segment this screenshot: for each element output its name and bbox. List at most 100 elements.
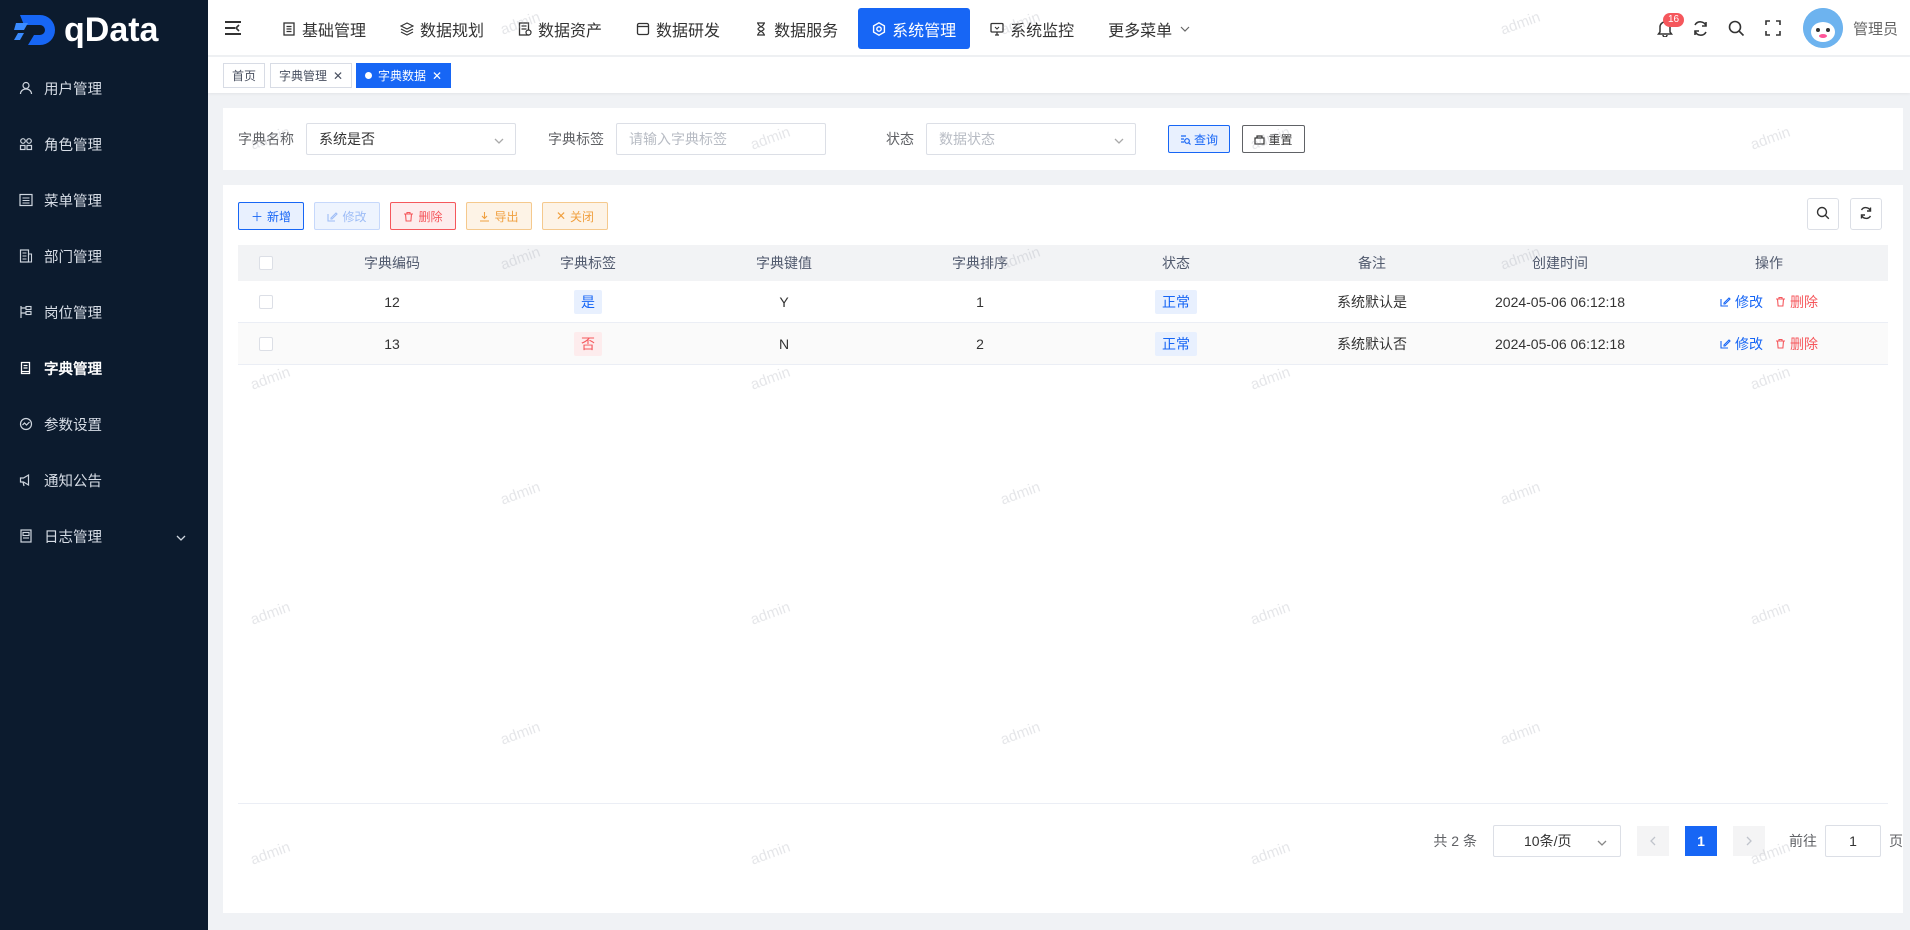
table-card: ＋ 新增 修改 删除 导出 ✕ 关闭 字典编码 字典标签 字典键值 字典排序 状… [223, 185, 1903, 913]
edit-button[interactable]: 修改 [314, 202, 380, 230]
top-nav-item[interactable]: 数据服务 [740, 8, 852, 49]
search-icon[interactable] [1719, 10, 1755, 46]
top-nav-label: 数据研发 [656, 22, 721, 40]
tag-dict-management[interactable]: 字典管理 ✕ [270, 63, 353, 88]
delete-button[interactable]: 删除 [390, 202, 456, 230]
notification-bell-icon[interactable]: 16 [1647, 10, 1685, 46]
top-nav: 基础管理 数据规划 数据资产 数据研发 数据服务 系统管理 系统监控 更多菜单 [268, 8, 1210, 49]
top-nav-item[interactable]: 基础管理 [268, 8, 380, 49]
tag-dict-data[interactable]: 字典数据 ✕ [356, 63, 452, 88]
active-dot [365, 72, 372, 79]
sidebar-item-settings[interactable]: 参数设置 [0, 396, 208, 452]
tag-label: 字典数据 [378, 69, 427, 83]
avatar[interactable] [1802, 8, 1843, 48]
row-edit-link[interactable]: 修改 [1720, 334, 1763, 354]
role-icon [18, 136, 34, 152]
edit-icon [327, 211, 339, 222]
sidebar-item-label: 日志管理 [44, 529, 102, 546]
dict-name-label: 字典名称 [238, 131, 294, 147]
sidebar-item-role[interactable]: 角色管理 [0, 116, 208, 172]
monitor-icon [990, 22, 1004, 36]
status-badge: 正常 [1155, 331, 1197, 356]
search-list-icon [1180, 134, 1191, 145]
row-delete-label: 删除 [1790, 293, 1818, 310]
add-button[interactable]: ＋ 新增 [238, 202, 304, 230]
sidebar-item-label: 部门管理 [44, 249, 102, 266]
sidebar-item-post[interactable]: 岗位管理 [0, 284, 208, 340]
table-body: 12 是 Y 1 正常 系统默认是 2024-05-06 06:12:18 修改 删除 13 否 N 2… [238, 281, 1888, 365]
settings-icon [18, 416, 34, 432]
fullscreen-icon[interactable] [1755, 10, 1791, 46]
divider [238, 803, 1888, 804]
dict-label-tag: 否 [574, 331, 602, 356]
chevron-down-icon [1180, 20, 1190, 38]
sidebar-nav: 用户管理 角色管理 菜单管理部门管理岗位管理 字典管理 参数设置 通知公告日志管理 [0, 60, 208, 564]
chevron-down-icon [1596, 836, 1608, 852]
sidebar-item-dictionary[interactable]: 字典管理 [0, 340, 208, 396]
prev-page-button[interactable] [1637, 826, 1669, 856]
username[interactable]: 管理员 [1853, 18, 1898, 39]
chevron-down-icon [493, 134, 505, 150]
header-cell: 备注 [1358, 255, 1386, 271]
page-suffix: 页 [1889, 833, 1903, 849]
row-edit-link[interactable]: 修改 [1720, 292, 1763, 312]
export-button[interactable]: 导出 [466, 202, 532, 230]
close-icon: ✕ [555, 209, 567, 223]
close-button[interactable]: ✕ 关闭 [542, 202, 608, 230]
refresh-icon [1859, 206, 1873, 223]
refresh-icon[interactable] [1683, 10, 1719, 46]
logo-text: qData [64, 10, 159, 49]
row-checkbox[interactable] [259, 294, 273, 309]
dict-name-select[interactable]: 系统是否 [306, 123, 516, 155]
post-icon [18, 304, 34, 320]
top-nav-item[interactable]: 系统管理 [858, 8, 971, 49]
query-button[interactable]: 查询 [1168, 125, 1230, 153]
remark-cell: 系统默认是 [1337, 293, 1407, 310]
top-nav-item[interactable]: 数据资产 [504, 8, 616, 49]
status-select[interactable]: 数据状态 [926, 123, 1136, 155]
header-cell: 状态 [1162, 255, 1190, 271]
top-nav-item[interactable]: 更多菜单 [1094, 8, 1204, 49]
top-nav-label: 数据规划 [420, 22, 485, 40]
table-row[interactable]: 13 否 N 2 正常 系统默认否 2024-05-06 06:12:18 修改 删除 [238, 323, 1888, 365]
close-icon[interactable]: ✕ [432, 69, 442, 83]
sidebar-item-user[interactable]: 用户管理 [0, 60, 208, 116]
created-time-cell: 2024-05-06 06:12:18 [1495, 293, 1625, 310]
sidebar-item-menu[interactable]: 菜单管理 [0, 172, 208, 228]
dict-code-cell: 13 [384, 335, 400, 352]
close-icon[interactable]: ✕ [333, 69, 343, 83]
sidebar-item-log[interactable]: 日志管理 [0, 508, 208, 564]
chevron-left-icon [1649, 833, 1657, 849]
top-nav-label: 数据资产 [538, 22, 603, 40]
page-number-current[interactable]: 1 [1685, 826, 1717, 856]
logo[interactable]: qData [0, 0, 208, 60]
trash-icon [1775, 338, 1786, 349]
dict-label-input[interactable]: 请输入字典标签 [616, 123, 826, 155]
sidebar-item-notice[interactable]: 通知公告 [0, 452, 208, 508]
row-select-cell [238, 336, 294, 351]
tag-home[interactable]: 首页 [223, 63, 266, 88]
refresh-table-button[interactable] [1850, 198, 1882, 230]
created-time-cell: 2024-05-06 06:12:18 [1495, 335, 1625, 352]
dict-value-cell: Y [779, 293, 789, 310]
sidebar: qData 用户管理 角色管理 菜单管理部门管理岗位管理 字典管理 参数设置 通知公告日志… [0, 0, 208, 930]
next-page-button[interactable] [1733, 826, 1765, 856]
toggle-search-button[interactable] [1807, 198, 1839, 230]
top-nav-label: 更多菜单 [1108, 22, 1173, 40]
top-nav-item[interactable]: 数据规划 [386, 8, 498, 49]
top-nav-item[interactable]: 系统监控 [976, 8, 1088, 49]
row-delete-link[interactable]: 删除 [1775, 334, 1818, 354]
page-size-select[interactable]: 10条/页 [1493, 825, 1621, 857]
row-checkbox[interactable] [259, 336, 273, 351]
reset-button[interactable]: 重置 [1242, 125, 1305, 153]
header-cell: 字典编码 [364, 255, 420, 271]
goto-page-input[interactable]: 1 [1825, 825, 1881, 857]
row-select-cell [238, 294, 294, 309]
hamburger-icon[interactable] [224, 20, 242, 39]
system-icon [872, 21, 886, 36]
select-all-checkbox[interactable] [259, 256, 273, 270]
top-nav-item[interactable]: 数据研发 [622, 8, 734, 49]
row-delete-link[interactable]: 删除 [1775, 292, 1818, 312]
table-row[interactable]: 12 是 Y 1 正常 系统默认是 2024-05-06 06:12:18 修改 删除 [238, 281, 1888, 323]
sidebar-item-department[interactable]: 部门管理 [0, 228, 208, 284]
